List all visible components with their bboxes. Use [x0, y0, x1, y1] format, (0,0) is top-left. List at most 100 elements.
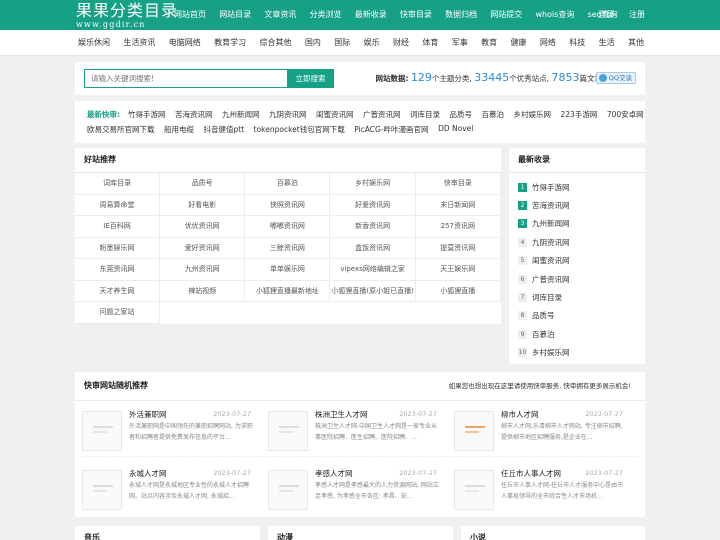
- recommended-site-link[interactable]: 天王娱乐网: [415, 259, 501, 281]
- card-title[interactable]: 柳市人才网: [501, 409, 539, 420]
- quick-review-link[interactable]: 百慕泊: [482, 109, 505, 120]
- recommended-site-link[interactable]: 东莞资讯网: [75, 259, 160, 281]
- recommended-site-link[interactable]: 乡村娱乐网: [330, 173, 416, 195]
- newest-site-link[interactable]: 九阴资讯网: [532, 237, 570, 248]
- recommended-site-link[interactable]: 百慕泊: [245, 173, 331, 195]
- site-thumbnail[interactable]: [268, 411, 308, 451]
- random-site-card[interactable]: 柳市人才网 2023-07-27 柳市人才网,乐清柳市人才网站, 专注柳市招聘, 提…: [447, 408, 623, 452]
- newest-site-item[interactable]: 5 闺蜜资讯网: [518, 252, 570, 270]
- category-link[interactable]: 娱乐休闲: [78, 30, 110, 56]
- random-site-card[interactable]: 外活兼职网 2023-07-27 外活兼职网是中国领先的兼职招聘网站, 为求职者和招…: [75, 408, 253, 452]
- random-site-card[interactable]: 孝感人才网 2023-07-27 孝感人才网是孝感最大的人力资源网站, 网站立足孝感…: [261, 467, 439, 511]
- recommended-site-link[interactable]: 提莫资讯网: [415, 237, 501, 259]
- recommended-site-link[interactable]: vipexs网络编辑之家: [330, 259, 416, 281]
- newest-site-item[interactable]: 10 乡村娱乐网: [518, 344, 570, 362]
- category-link[interactable]: 军事: [452, 30, 468, 56]
- recommended-site-link[interactable]: 好爱资讯网: [330, 194, 416, 216]
- recommended-site-link[interactable]: 词库目录: [75, 173, 160, 195]
- nav-latest[interactable]: 最新收录: [355, 0, 387, 30]
- random-site-card[interactable]: 株洲卫生人才网 2023-07-27 株洲卫生人才网-中国卫生人才网是一家专业从事医…: [261, 408, 437, 452]
- recommended-site-link[interactable]: 粉墨娱乐网: [75, 237, 160, 259]
- category-link[interactable]: 其他: [628, 30, 644, 56]
- quick-review-link[interactable]: 欧易交易所官网下载: [87, 124, 155, 135]
- category-link[interactable]: 生活: [599, 30, 615, 56]
- recommended-site-link[interactable]: 辣站视频: [160, 280, 246, 302]
- quick-review-link[interactable]: DD Novel: [438, 124, 473, 135]
- recommended-site-link[interactable]: 嘟嘟资讯网: [245, 216, 331, 238]
- quick-review-link[interactable]: 竹得手游网: [128, 109, 166, 120]
- recommended-site-link[interactable]: 257资讯网: [415, 216, 501, 238]
- nav-categories[interactable]: 分类浏览: [310, 0, 342, 30]
- newest-site-item[interactable]: 8 品质号: [518, 307, 570, 325]
- quick-review-link[interactable]: 乡村娱乐网: [514, 109, 552, 120]
- category-link[interactable]: 教育: [481, 30, 497, 56]
- login-link[interactable]: 登录: [598, 0, 614, 30]
- recommended-site-link[interactable]: 品质号: [160, 173, 246, 195]
- newest-site-link[interactable]: 词库目录: [532, 292, 562, 303]
- quick-review-link[interactable]: 九州新闻网: [222, 109, 260, 120]
- site-thumbnail[interactable]: [268, 470, 308, 510]
- random-site-card[interactable]: 永城人才网 2023-07-27 永城人才网是永城地区专业性的永城人才招聘网。站点内…: [75, 467, 251, 511]
- newest-site-link[interactable]: 乡村娱乐网: [532, 347, 570, 358]
- newest-site-item[interactable]: 4 九阴资讯网: [518, 233, 570, 251]
- nav-directory[interactable]: 网站目录: [219, 0, 251, 30]
- site-thumbnail[interactable]: [454, 470, 494, 510]
- site-thumbnail[interactable]: [82, 411, 122, 451]
- newest-site-link[interactable]: 广普资讯网: [532, 274, 570, 285]
- recommended-site-link[interactable]: 新香资讯网: [330, 216, 416, 238]
- card-title[interactable]: 任丘市人事人才网: [501, 468, 561, 479]
- search-button[interactable]: 立即搜索: [287, 69, 334, 88]
- category-link[interactable]: 教育学习: [214, 30, 246, 56]
- recommended-site-link[interactable]: 问题之家站: [75, 302, 160, 324]
- site-logo[interactable]: 果果分类目录 www.ggdir.cn: [76, 2, 177, 30]
- quick-review-link[interactable]: 抖音健值ptt: [204, 124, 245, 135]
- newest-site-link[interactable]: 百慕泊: [532, 329, 555, 340]
- category-link[interactable]: 国际: [334, 30, 350, 56]
- newest-site-link[interactable]: 品质号: [532, 310, 555, 321]
- category-link[interactable]: 体育: [422, 30, 438, 56]
- recommended-site-link[interactable]: 小狐狸直播最新地址: [245, 280, 331, 302]
- quick-review-link[interactable]: 船用电缆: [164, 124, 194, 135]
- recommended-site-link[interactable]: 快照资讯网: [245, 194, 331, 216]
- quick-review-link[interactable]: 广普资讯网: [363, 109, 401, 120]
- recommended-site-link[interactable]: 单单娱乐网: [245, 259, 331, 281]
- newest-site-item[interactable]: 1 竹得手游网: [518, 178, 570, 196]
- newest-site-link[interactable]: 苦海资讯网: [532, 200, 570, 211]
- newest-site-item[interactable]: 9 百慕泊: [518, 325, 570, 343]
- recommended-site-link[interactable]: 优优资讯网: [160, 216, 246, 238]
- quick-review-link[interactable]: 品质号: [450, 109, 473, 120]
- nav-whois[interactable]: whois查询: [536, 0, 575, 30]
- category-link[interactable]: 健康: [511, 30, 527, 56]
- nav-archive[interactable]: 数据归档: [445, 0, 477, 30]
- quick-review-link[interactable]: 闺蜜资讯网: [316, 109, 354, 120]
- random-site-card[interactable]: 任丘市人事人才网 2023-07-27 任丘市人事人才网-任丘市人才服务中心是由市人…: [447, 467, 623, 511]
- category-link[interactable]: 网络: [540, 30, 556, 56]
- search-input[interactable]: [84, 69, 287, 88]
- newest-site-item[interactable]: 7 词库目录: [518, 288, 570, 306]
- category-link[interactable]: 财经: [393, 30, 409, 56]
- nav-submit[interactable]: 网站提交: [490, 0, 522, 30]
- recommended-site-link[interactable]: 爱好资讯网: [160, 237, 246, 259]
- register-link[interactable]: 注册: [629, 0, 645, 30]
- recommended-site-link[interactable]: 快审目录: [415, 173, 501, 195]
- newest-site-item[interactable]: 3 九州新闻网: [518, 215, 570, 233]
- quick-review-link[interactable]: PicACG-哔咔漫画官网: [354, 124, 428, 135]
- qq-chat-button[interactable]: QQ交谈: [595, 72, 636, 84]
- category-link[interactable]: 生活资讯: [123, 30, 155, 56]
- recommended-site-link[interactable]: 小狐狸直播: [415, 280, 501, 302]
- quick-review-link[interactable]: 223手游网: [561, 109, 598, 120]
- newest-site-item[interactable]: 2 苦海资讯网: [518, 196, 570, 214]
- newest-site-link[interactable]: 竹得手游网: [532, 182, 570, 193]
- card-title[interactable]: 永城人才网: [129, 468, 167, 479]
- quick-review-link[interactable]: 700安卓网: [607, 109, 644, 120]
- nav-home[interactable]: 网站首页: [174, 0, 206, 30]
- recommended-site-link[interactable]: 周易算命堂: [75, 194, 160, 216]
- recommended-site-link[interactable]: IE百科网: [75, 216, 160, 238]
- recommended-site-link[interactable]: 天才养生网: [75, 280, 160, 302]
- recommended-site-link[interactable]: 小狐狸直播(原小姐已直播): [330, 280, 416, 302]
- card-title[interactable]: 株洲卫生人才网: [315, 409, 368, 420]
- newest-site-link[interactable]: 闺蜜资讯网: [532, 255, 570, 266]
- category-link[interactable]: 娱乐: [364, 30, 380, 56]
- category-link[interactable]: 国内: [305, 30, 321, 56]
- nav-articles[interactable]: 文章资讯: [264, 0, 296, 30]
